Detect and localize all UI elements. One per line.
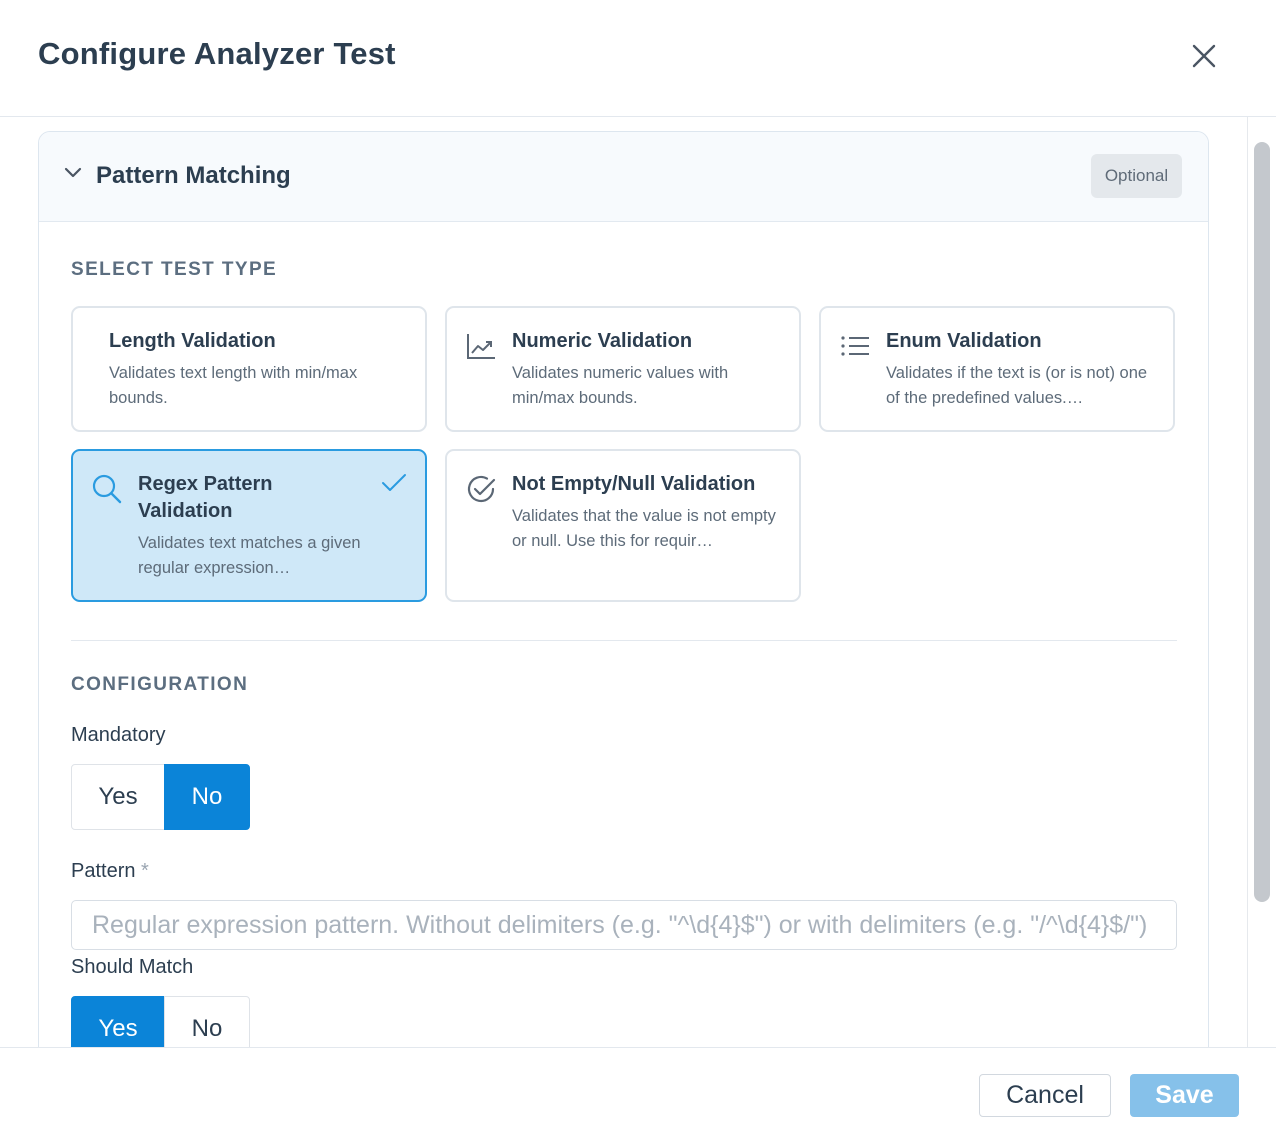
should-match-toggle: Yes No: [71, 996, 250, 1047]
optional-badge: Optional: [1091, 154, 1182, 198]
card-description: Validates text matches a given regular e…: [138, 534, 361, 577]
test-type-card-regex[interactable]: Regex Pattern Validation Validates text …: [71, 449, 427, 602]
card-title: Enum Validation: [886, 330, 1042, 352]
modal-body: Pattern Matching Optional SELECT TEST TY…: [0, 117, 1276, 1047]
card-title: Numeric Validation: [512, 330, 693, 352]
pattern-input[interactable]: [71, 900, 1177, 950]
select-test-type-label: SELECT TEST TYPE: [71, 259, 278, 280]
test-type-card-length[interactable]: Length Validation Validates text length …: [71, 306, 427, 432]
modal-footer: Cancel Save: [0, 1047, 1276, 1141]
search-icon: [92, 474, 122, 504]
check-circle-icon: [467, 475, 496, 503]
cancel-button[interactable]: Cancel: [979, 1074, 1111, 1117]
panel-header[interactable]: Pattern Matching Optional: [39, 132, 1208, 222]
pattern-label: Pattern *: [71, 860, 149, 883]
required-marker: *: [141, 860, 149, 882]
save-button[interactable]: Save: [1130, 1074, 1239, 1117]
modal-title: Configure Analyzer Test: [38, 36, 396, 71]
scrollbar-thumb[interactable]: [1254, 142, 1270, 902]
mandatory-toggle: Yes No: [71, 764, 250, 830]
mandatory-yes-option[interactable]: Yes: [71, 764, 165, 830]
chevron-down-icon: [64, 167, 82, 178]
test-type-card-numeric[interactable]: Numeric Validation Validates numeric val…: [445, 306, 801, 432]
section-divider: [71, 640, 1177, 641]
mandatory-label: Mandatory: [71, 724, 166, 746]
card-title: Not Empty/Null Validation: [512, 473, 756, 495]
pattern-matching-panel: Pattern Matching Optional SELECT TEST TY…: [38, 131, 1209, 1047]
close-button[interactable]: [1186, 38, 1222, 74]
should-match-yes-option[interactable]: Yes: [71, 996, 165, 1047]
modal-header: Configure Analyzer Test: [0, 0, 1276, 117]
card-title: Regex Pattern Validation: [138, 473, 273, 522]
chart-trend-icon: [467, 334, 495, 359]
list-icon: [841, 336, 869, 356]
card-description: Validates numeric values with min/max bo…: [512, 364, 729, 407]
card-description: Validates that the value is not empty or…: [512, 507, 776, 550]
close-icon: [1192, 44, 1216, 68]
mandatory-no-option[interactable]: No: [164, 764, 250, 830]
test-type-card-not-empty[interactable]: Not Empty/Null Validation Validates that…: [445, 449, 801, 602]
panel-title: Pattern Matching: [96, 162, 291, 189]
card-description: Validates text length with min/max bound…: [109, 364, 358, 407]
card-description: Validates if the text is (or is not) one…: [886, 364, 1148, 407]
configuration-label: CONFIGURATION: [71, 674, 249, 695]
card-title: Length Validation: [109, 330, 276, 352]
pattern-label-text: Pattern: [71, 860, 136, 882]
test-type-card-enum[interactable]: Enum Validation Validates if the text is…: [819, 306, 1175, 432]
should-match-label: Should Match: [71, 956, 194, 978]
checkmark-icon: [382, 474, 406, 491]
should-match-no-option[interactable]: No: [164, 996, 250, 1047]
